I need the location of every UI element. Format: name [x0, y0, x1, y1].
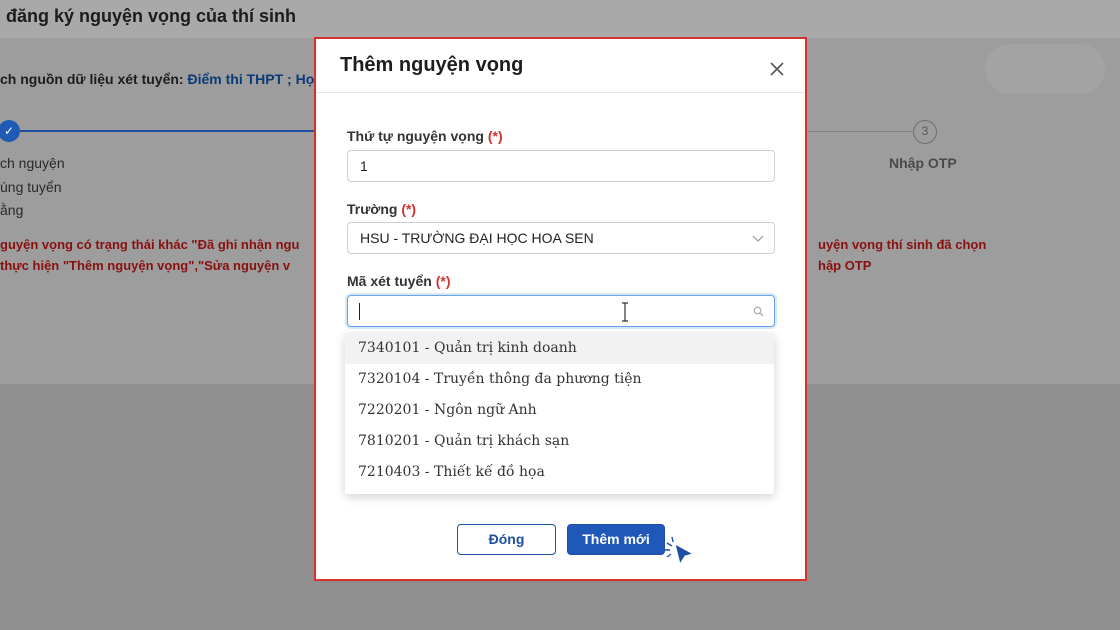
page-title: đăng ký nguyện vọng của thí sinh: [6, 6, 297, 26]
warning-left-line1: guyện vọng có trạng thái khác "Đã ghi nh…: [0, 237, 300, 252]
order-field-label: Thứ tự nguyện vọng (*): [347, 128, 503, 144]
chevron-down-icon: [752, 235, 764, 242]
add-wish-modal: Thêm nguyện vọng Thứ tự nguyện vọng (*) …: [314, 37, 807, 581]
code-search-input[interactable]: [347, 295, 775, 327]
text-cursor-icon: [622, 302, 628, 322]
step1-label-line1: ch nguyện: [0, 155, 65, 171]
step3-label: Nhập OTP: [889, 155, 957, 171]
warning-right-line1: uyện vọng thí sinh đã chọn: [818, 237, 987, 252]
code-field-label: Mã xét tuyển (*): [347, 273, 450, 289]
school-select-value: HSU - TRƯỜNG ĐẠI HỌC HOA SEN: [360, 230, 594, 246]
dropdown-option[interactable]: 7220201 - Ngôn ngữ Anh: [345, 395, 774, 426]
dropdown-option[interactable]: 7810201 - Quản trị khách sạn: [345, 426, 774, 457]
warning-right-line2: hập OTP: [818, 258, 872, 273]
step-progress-line: [20, 130, 320, 132]
close-button[interactable]: Đóng: [457, 524, 556, 555]
code-label-text: Mã xét tuyển: [347, 273, 432, 289]
step-line-right: [806, 131, 912, 132]
dropdown-option[interactable]: 7340101 - Quản trị kinh doanh: [345, 333, 774, 364]
source-info: ch nguồn dữ liệu xét tuyển: Điểm thi THP…: [0, 71, 322, 87]
page-header: đăng ký nguyện vọng của thí sinh: [0, 0, 1120, 38]
warning-left-line2: thực hiện "Thêm nguyện vọng","Sửa nguyện…: [0, 258, 291, 273]
search-icon: [753, 306, 764, 317]
source-value: Điểm thi THPT ; Học: [187, 71, 323, 87]
modal-title: Thêm nguyện vọng: [340, 54, 524, 76]
school-label-text: Trường: [347, 201, 398, 217]
order-label-text: Thứ tự nguyện vọng: [347, 128, 484, 144]
decorative-shape: [985, 44, 1105, 94]
modal-header: Thêm nguyện vọng: [316, 39, 805, 93]
text-caret: [359, 303, 360, 320]
step3-number: 3: [913, 120, 937, 144]
dropdown-option[interactable]: 7210403 - Thiết kế đồ họa: [345, 457, 774, 488]
required-mark: (*): [487, 128, 503, 144]
step1-label-line2: úng tuyển: [0, 179, 62, 195]
required-mark: (*): [435, 273, 451, 289]
order-input[interactable]: 1: [347, 150, 775, 182]
source-label: ch nguồn dữ liệu xét tuyển:: [0, 71, 188, 87]
dropdown-option[interactable]: 7320104 - Truyền thông đa phương tiện: [345, 364, 774, 395]
order-input-value: 1: [360, 158, 368, 174]
step1-label-line3: ằng: [0, 202, 24, 218]
close-icon[interactable]: [769, 61, 785, 77]
add-new-button[interactable]: Thêm mới: [567, 524, 665, 555]
mouse-pointer-icon: [665, 536, 695, 566]
school-select[interactable]: HSU - TRƯỜNG ĐẠI HỌC HOA SEN: [347, 222, 775, 254]
school-field-label: Trường (*): [347, 201, 416, 217]
required-mark: (*): [401, 201, 417, 217]
code-dropdown-list: 7340101 - Quản trị kinh doanh 7320104 - …: [345, 333, 774, 494]
